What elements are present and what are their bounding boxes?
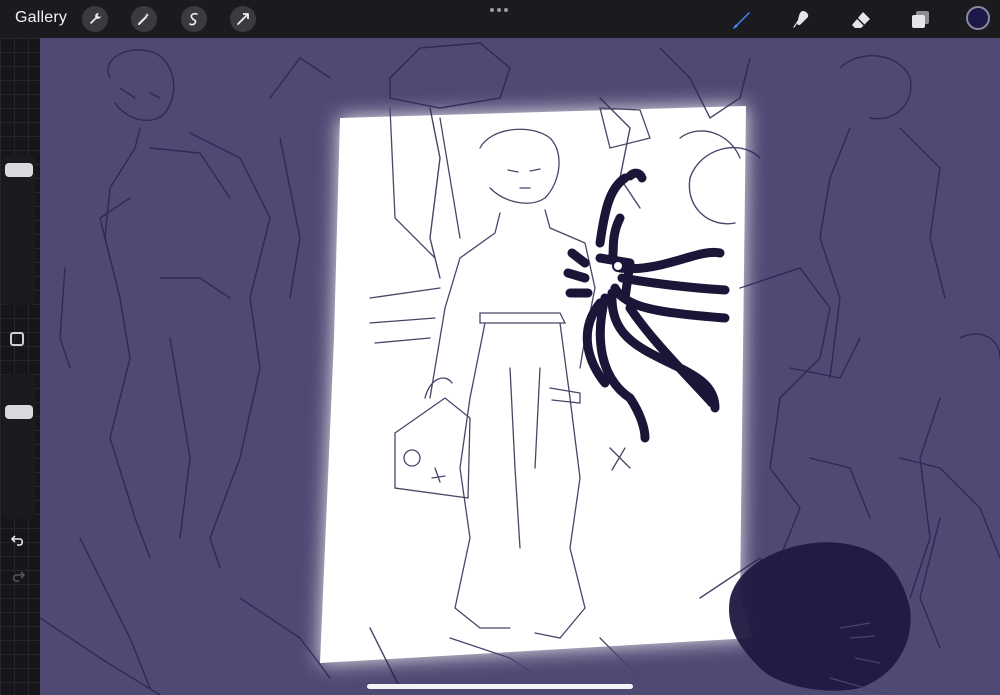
shaded-hair-patch <box>729 542 911 691</box>
more-options-icon[interactable] <box>490 8 508 12</box>
brush-size-slider[interactable] <box>2 155 35 305</box>
adjustments-wand-button[interactable] <box>131 6 157 32</box>
layers-button[interactable] <box>906 6 934 34</box>
magic-wand-icon <box>138 13 150 25</box>
creature-eye <box>612 260 624 272</box>
eraser-tool-button[interactable] <box>847 6 875 34</box>
wrench-icon <box>90 13 101 24</box>
procreate-app: Gallery <box>0 0 1000 695</box>
transform-button[interactable] <box>230 6 256 32</box>
color-picker-swatch[interactable] <box>966 6 990 30</box>
opacity-slider-thumb[interactable] <box>5 405 33 419</box>
selection-icon <box>189 12 198 26</box>
home-indicator[interactable] <box>367 684 633 689</box>
drawing-canvas[interactable] <box>40 38 1000 695</box>
selection-button[interactable] <box>181 6 207 32</box>
brush-size-slider-thumb[interactable] <box>5 163 33 177</box>
actions-wrench-button[interactable] <box>82 6 108 32</box>
smudge-icon <box>793 11 809 28</box>
transform-icon <box>237 13 249 25</box>
smudge-tool-button[interactable] <box>787 6 815 34</box>
brush-tool-button[interactable] <box>727 6 755 34</box>
left-sidebar <box>0 38 40 695</box>
gallery-button[interactable]: Gallery <box>15 9 67 27</box>
lit-doorway <box>320 106 752 663</box>
undo-icon[interactable] <box>8 530 28 550</box>
opacity-slider[interactable] <box>2 374 35 519</box>
brush-icon <box>733 12 750 29</box>
layers-icon <box>912 11 929 28</box>
top-toolbar: Gallery <box>0 0 1000 38</box>
modify-button-square-icon[interactable] <box>10 332 24 346</box>
sketch-artwork <box>40 42 1000 695</box>
eraser-icon <box>852 12 870 28</box>
redo-icon[interactable] <box>8 566 28 586</box>
